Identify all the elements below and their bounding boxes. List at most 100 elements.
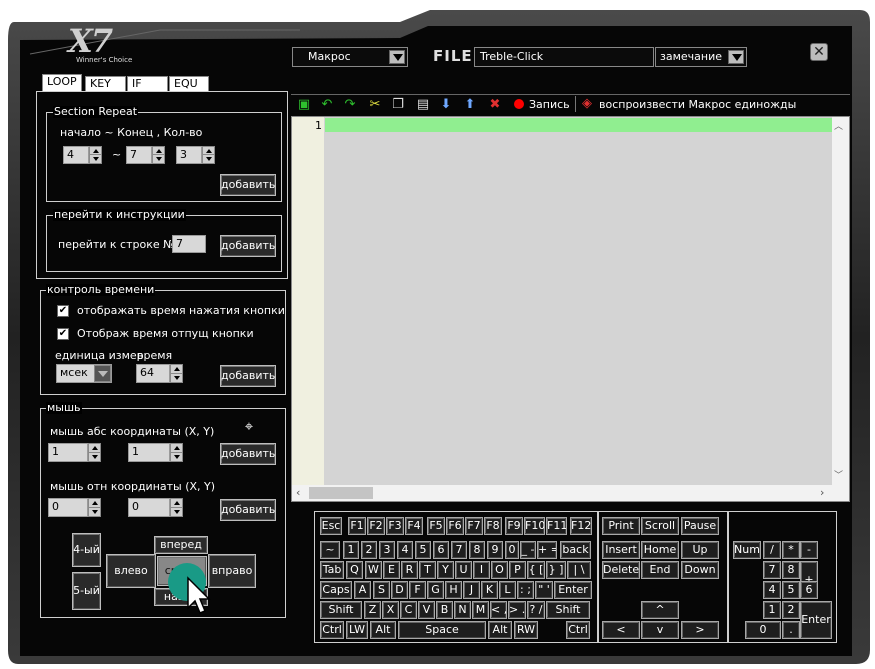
insert-up-button[interactable]: ⬆ <box>462 97 478 113</box>
macro-editor[interactable] <box>291 116 850 502</box>
key-f8[interactable]: F8 <box>484 517 502 535</box>
key-arrow-up[interactable]: ^ <box>641 601 679 619</box>
key-row5-7[interactable]: M <box>472 601 489 619</box>
key-row3-6[interactable]: Y <box>437 561 454 579</box>
key-row5-11[interactable]: Shift <box>546 601 590 619</box>
cut-button[interactable]: ✂ <box>367 97 383 113</box>
key-up[interactable]: Up <box>681 541 719 559</box>
key-num-multiply[interactable]: * <box>782 541 800 559</box>
count-stepper[interactable] <box>202 146 215 164</box>
key-row5-10[interactable]: ? / <box>527 601 545 619</box>
unit-dropdown-button[interactable] <box>94 365 111 382</box>
key-row5-1[interactable]: Z <box>364 601 381 619</box>
key-row5-3[interactable]: C <box>400 601 417 619</box>
mouse-right-button[interactable]: вправо <box>208 554 256 588</box>
key-row4-4[interactable]: F <box>409 581 426 599</box>
scroll-down-icon[interactable]: ﹀ <box>834 468 843 481</box>
key-row2-10[interactable]: 0 <box>505 541 519 559</box>
rel-y-stepper[interactable] <box>170 498 183 517</box>
horizontal-scroll-thumb[interactable] <box>309 487 373 499</box>
key-row3-2[interactable]: W <box>365 561 382 579</box>
time-stepper[interactable] <box>170 364 183 383</box>
key-f3[interactable]: F3 <box>386 517 404 535</box>
key-row5-4[interactable]: V <box>418 601 435 619</box>
horizontal-scrollbar[interactable] <box>292 485 849 501</box>
key-f6[interactable]: F6 <box>446 517 464 535</box>
key-row4-10[interactable]: : ; <box>517 581 534 599</box>
key-row6-6[interactable]: Ctrl <box>566 621 590 639</box>
key-row6-1[interactable]: LW <box>346 621 368 639</box>
vertical-scrollbar[interactable] <box>832 117 849 485</box>
insert-down-button[interactable]: ⬇ <box>438 97 454 113</box>
abs-x-stepper[interactable] <box>88 443 101 462</box>
key-row4-12[interactable]: Enter <box>554 581 592 599</box>
key-row4-6[interactable]: H <box>445 581 462 599</box>
key-row5-0[interactable]: Shift <box>320 601 362 619</box>
key-row2-0[interactable]: ~ <box>320 541 340 559</box>
key-f9[interactable]: F9 <box>505 517 523 535</box>
key-row3-8[interactable]: I <box>473 561 490 579</box>
time-input[interactable]: 64 <box>136 364 170 383</box>
key-down[interactable]: Down <box>681 561 719 579</box>
key-row5-9[interactable]: > . <box>508 601 526 619</box>
press-time-checkbox[interactable]: ✔ <box>57 305 69 317</box>
save-button[interactable]: ▣ <box>296 97 312 113</box>
key-f12[interactable]: F12 <box>570 517 592 535</box>
key-insert[interactable]: Insert <box>602 541 640 559</box>
end-input[interactable]: 7 <box>126 146 152 164</box>
key-row4-3[interactable]: D <box>391 581 408 599</box>
key-scroll[interactable]: Scroll <box>641 517 679 535</box>
key-num-5[interactable]: 5 <box>782 581 800 599</box>
goto-add-button[interactable]: добавить <box>220 235 276 257</box>
tab-if[interactable]: IF <box>127 76 168 92</box>
key-row6-4[interactable]: Alt <box>488 621 512 639</box>
mouse-button-5[interactable]: 5-ый <box>72 572 101 610</box>
key-print[interactable]: Print <box>602 517 640 535</box>
key-row2-11[interactable]: _ - <box>520 541 536 559</box>
key-arrow-down[interactable]: v <box>641 621 679 639</box>
rel-x-input[interactable]: 0 <box>48 498 88 517</box>
goto-line-input[interactable]: 7 <box>172 235 206 253</box>
start-stepper[interactable] <box>89 146 102 164</box>
redo-button[interactable]: ↷ <box>342 97 358 113</box>
key-f11[interactable]: F11 <box>546 517 567 535</box>
record-icon[interactable] <box>514 99 524 109</box>
close-button[interactable]: ✕ <box>810 43 828 61</box>
key-f2[interactable]: F2 <box>367 517 385 535</box>
key-row3-4[interactable]: R <box>401 561 418 579</box>
key-row2-3[interactable]: 3 <box>379 541 395 559</box>
key-row2-13[interactable]: back <box>560 541 591 559</box>
key-esc[interactable]: Esc <box>320 517 342 535</box>
key-num-minus[interactable]: - <box>800 541 818 559</box>
key-row3-10[interactable]: P <box>509 561 526 579</box>
key-num-2[interactable]: 2 <box>782 601 800 619</box>
mouse-button-4[interactable]: 4-ый <box>72 533 101 567</box>
key-num-divide[interactable]: / <box>763 541 781 559</box>
file-name-field[interactable]: Treble-Click <box>474 47 654 67</box>
key-row2-6[interactable]: 6 <box>433 541 449 559</box>
key-row4-11[interactable]: " ' <box>535 581 553 599</box>
key-row3-3[interactable]: E <box>383 561 400 579</box>
key-row6-0[interactable]: Ctrl <box>320 621 344 639</box>
scroll-right-icon[interactable]: › <box>820 486 824 499</box>
rel-x-stepper[interactable] <box>88 498 101 517</box>
key-row5-6[interactable]: N <box>454 601 471 619</box>
key-row3-0[interactable]: Tab <box>320 561 344 579</box>
key-f10[interactable]: F10 <box>524 517 545 535</box>
key-row4-8[interactable]: K <box>481 581 498 599</box>
mouse-left-button[interactable]: влево <box>106 554 156 588</box>
abs-x-input[interactable]: 1 <box>48 443 88 462</box>
key-row4-1[interactable]: A <box>354 581 371 599</box>
abs-coord-add-button[interactable]: добавить <box>220 443 276 465</box>
key-num-enter[interactable]: Enter <box>800 601 832 639</box>
key-row3-11[interactable]: { [ <box>527 561 545 579</box>
key-row5-5[interactable]: B <box>436 601 453 619</box>
count-input[interactable]: 3 <box>176 146 202 164</box>
key-row3-13[interactable]: | \ <box>567 561 591 579</box>
mouse-forward-button[interactable]: вперед <box>154 536 208 554</box>
key-pause[interactable]: Pause <box>681 517 719 535</box>
copy-button[interactable]: ❐ <box>390 97 406 113</box>
key-row2-1[interactable]: 1 <box>343 541 359 559</box>
key-row6-2[interactable]: Alt <box>370 621 396 639</box>
tab-key[interactable]: KEY <box>85 76 126 92</box>
